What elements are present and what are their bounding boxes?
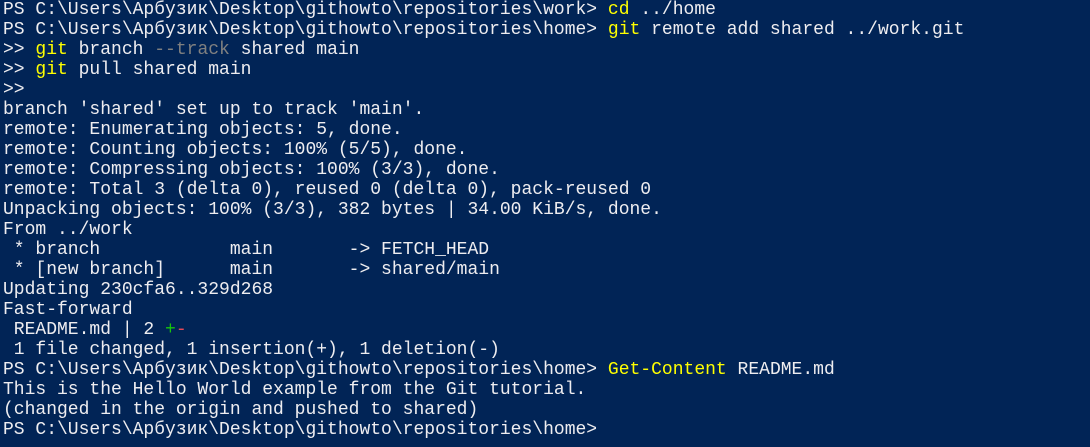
output-text: >> [3, 80, 25, 100]
terminal-line: * branch main -> FETCH_HEAD [3, 240, 1090, 260]
output-text: README.md | 2 [3, 320, 166, 340]
terminal-line: * [new branch] main -> shared/main [3, 260, 1090, 280]
output-text: PS C:\Users\Арбузик\Desktop\githowto\rep… [3, 420, 608, 440]
terminal-line: README.md | 2 +- [3, 320, 1090, 340]
terminal-line: >> git pull shared main [3, 60, 1090, 80]
output-text: >> [3, 60, 36, 80]
terminal-output[interactable]: PS C:\Users\Арбузик\Desktop\githowto\rep… [0, 0, 1090, 447]
terminal-line: PS C:\Users\Арбузик\Desktop\githowto\rep… [3, 420, 1090, 440]
output-text: branch [67, 40, 155, 60]
output-text: >> [3, 40, 36, 60]
output-text: 1 file changed, 1 insertion(+), 1 deleti… [3, 340, 500, 360]
output-text: shared main [229, 40, 360, 60]
output-text: README.md [726, 360, 835, 380]
terminal-line: PS C:\Users\Арбузик\Desktop\githowto\rep… [3, 360, 1090, 380]
command-token: git [35, 40, 68, 60]
output-text: remote: Enumerating objects: 5, done. [3, 120, 403, 140]
output-text: Updating 230cfa6..329d268 [3, 280, 274, 300]
terminal-line: 1 file changed, 1 insertion(+), 1 deleti… [3, 340, 1090, 360]
terminal-line: >> git branch --track shared main [3, 40, 1090, 60]
command-token: git [607, 20, 641, 40]
terminal-line: branch 'shared' set up to track 'main'. [3, 100, 1090, 120]
output-text: PS C:\Users\Арбузик\Desktop\githowto\rep… [3, 20, 608, 40]
terminal-line: From ../work [3, 220, 1090, 240]
output-text: remote: Counting objects: 100% (5/5), do… [3, 140, 468, 160]
terminal-line: This is the Hello World example from the… [3, 380, 1090, 400]
output-text: PS C:\Users\Арбузик\Desktop\githowto\rep… [3, 360, 608, 380]
output-text: * [new branch] main -> shared/main [3, 260, 500, 280]
output-text: pull shared main [67, 60, 252, 80]
terminal-line: remote: Enumerating objects: 5, done. [3, 120, 1090, 140]
output-text: This is the Hello World example from the… [3, 380, 587, 400]
output-text: remote: Total 3 (delta 0), reused 0 (del… [3, 180, 652, 200]
output-text: Unpacking objects: 100% (3/3), 382 bytes… [3, 200, 662, 220]
terminal-line: Updating 230cfa6..329d268 [3, 280, 1090, 300]
command-token: git [35, 60, 68, 80]
diff-delete-mark: - [175, 320, 187, 340]
terminal-line: PS C:\Users\Арбузик\Desktop\githowto\rep… [3, 20, 1090, 40]
terminal-line: >> [3, 80, 1090, 100]
terminal-line: remote: Counting objects: 100% (5/5), do… [3, 140, 1090, 160]
output-text: From ../work [3, 220, 133, 240]
command-token: cd [607, 0, 630, 20]
output-text: * branch main -> FETCH_HEAD [3, 240, 490, 260]
command-token: Get-Content [607, 360, 727, 380]
output-text: PS C:\Users\Арбузик\Desktop\githowto\rep… [3, 0, 608, 20]
terminal-line: (changed in the origin and pushed to sha… [3, 400, 1090, 420]
parameter-token: --track [154, 40, 230, 60]
output-text: remote: Compressing objects: 100% (3/3),… [3, 160, 500, 180]
output-text: (changed in the origin and pushed to sha… [3, 400, 479, 420]
output-text: branch 'shared' set up to track 'main'. [3, 100, 425, 120]
terminal-line: remote: Compressing objects: 100% (3/3),… [3, 160, 1090, 180]
terminal-line: Unpacking objects: 100% (3/3), 382 bytes… [3, 200, 1090, 220]
diff-add-mark: + [165, 320, 176, 340]
terminal-line: Fast-forward [3, 300, 1090, 320]
terminal-line: remote: Total 3 (delta 0), reused 0 (del… [3, 180, 1090, 200]
output-text: remote add shared ../work.git [640, 20, 965, 40]
terminal-line: PS C:\Users\Арбузик\Desktop\githowto\rep… [3, 0, 1090, 20]
output-text: Fast-forward [3, 300, 133, 320]
output-text: ../home [629, 0, 716, 20]
